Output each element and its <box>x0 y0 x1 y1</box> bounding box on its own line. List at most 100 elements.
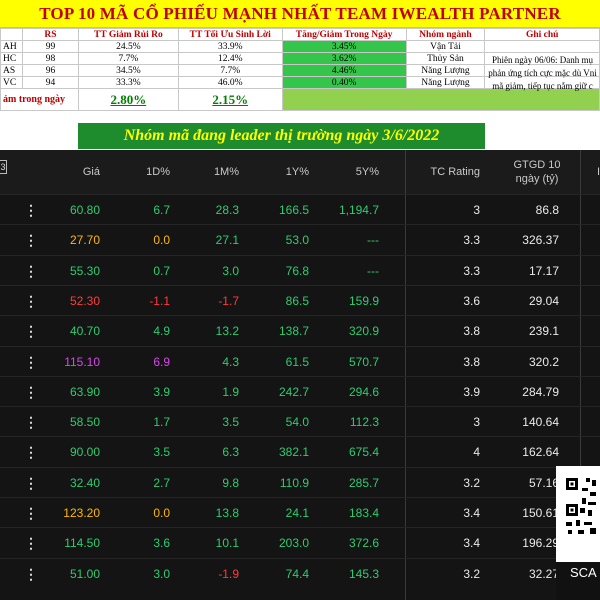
cell-y1: 74.4 <box>285 566 309 581</box>
rs-value: 99 <box>21 40 79 53</box>
more-options-icon[interactable]: ⋮ <box>24 195 38 225</box>
cell-y5: 285.7 <box>348 475 379 490</box>
cell-y1: 166.5 <box>278 203 309 217</box>
cell-gtgd: 86.8 <box>535 203 559 217</box>
cell-m1: 4.3 <box>222 354 239 369</box>
cell-price: 55.30 <box>69 263 100 278</box>
profit-value: 46.0% <box>177 76 283 89</box>
col-5y[interactable]: 5Y% <box>336 150 379 194</box>
table-row[interactable]: ⋮ 27.70 0.0 27.1 53.0 --- 3.3 326.37 <box>0 224 600 254</box>
more-options-icon[interactable]: ⋮ <box>24 437 38 467</box>
table-row[interactable]: ⋮ 32.40 2.7 9.8 110.9 285.7 3.2 57.16 <box>0 466 600 498</box>
summary-sheet: TOP 10 MÃ CỔ PHIẾU MẠNH NHẤT TEAM IWEALT… <box>0 0 600 150</box>
cell-tc: 3.2 <box>463 475 480 490</box>
table-row[interactable]: ⋮ 115.10 6.9 4.3 61.5 570.7 3.8 320.2 <box>0 345 600 377</box>
table-row[interactable]: ⋮ 52.30 -1.1 -1.7 86.5 159.9 3.6 29.04 <box>0 284 600 316</box>
col-tc-rating[interactable]: TC Rating <box>412 150 480 194</box>
cell-price: 115.10 <box>64 354 100 369</box>
col-1y[interactable]: 1Y% <box>266 150 309 194</box>
cell-m1: 27.1 <box>215 233 239 248</box>
table-row[interactable]: ⋮ 114.50 3.6 10.1 203.0 372.6 3.4 196.29 <box>0 527 600 557</box>
rs-value: 96 <box>21 64 79 77</box>
cell-y5: 1,194.7 <box>338 203 379 217</box>
table-row[interactable]: ⋮ 60.80 6.7 28.3 166.5 1,194.7 3 86.8 <box>0 194 600 224</box>
cell-tc: 3.3 <box>463 263 480 278</box>
cell-y5: --- <box>367 233 379 248</box>
total-profit: 2.15% <box>177 88 283 111</box>
table-row[interactable]: ⋮ 40.70 4.9 13.2 138.7 320.9 3.8 239.1 <box>0 315 600 345</box>
table-row[interactable]: ⋮ 63.90 3.9 1.9 242.7 294.6 3.9 284.79 <box>0 375 600 407</box>
note-cell: Phiên ngày 06/06: Danh mụ phản ứng tích … <box>485 40 600 112</box>
cell-y1: 110.9 <box>279 475 309 490</box>
more-options-icon[interactable]: ⋮ <box>24 377 38 407</box>
risk-value: 7.7% <box>77 52 179 65</box>
note-line: mã giảm, tiếp tục nắm giữ c <box>492 81 593 91</box>
col-more[interactable]: I <box>590 150 600 194</box>
cell-d1: 3.5 <box>153 445 170 460</box>
cell-gtgd: 150.61 <box>522 506 559 520</box>
cell-m1: 6.3 <box>222 445 239 460</box>
cell-gtgd: 239.1 <box>528 324 559 339</box>
more-options-icon[interactable]: ⋮ <box>24 559 38 589</box>
cell-m1: 10.1 <box>215 536 239 551</box>
cell-d1: 6.7 <box>153 203 170 217</box>
column-settings-icon[interactable]: 3 <box>0 160 7 174</box>
cell-y5: 183.4 <box>348 506 379 520</box>
col-price[interactable]: Giá <box>60 150 100 194</box>
table-row[interactable]: ⋮ 90.00 3.5 6.3 382.1 675.4 4 162.64 <box>0 436 600 466</box>
table-row[interactable]: ⋮ 58.50 1.7 3.5 54.0 112.3 3 140.64 <box>0 406 600 436</box>
cell-d1: 0.0 <box>153 506 170 520</box>
table-row[interactable]: ⋮ 123.20 0.0 13.8 24.1 183.4 3.4 150.61 <box>0 497 600 527</box>
more-options-icon[interactable]: ⋮ <box>24 316 38 346</box>
cell-y5: 159.9 <box>348 293 379 308</box>
cell-d1: 0.7 <box>153 263 170 278</box>
more-options-icon[interactable]: ⋮ <box>24 468 38 498</box>
stock-code: VC <box>0 76 23 89</box>
cell-y1: 24.1 <box>285 506 309 520</box>
header-risk: TT Giảm Rủi Ro <box>77 28 179 41</box>
cell-tc: 3.4 <box>463 506 480 520</box>
qr-graphic <box>556 466 600 562</box>
col-gtgd[interactable]: GTGD 10 ngày (tỷ) <box>505 150 569 194</box>
cell-m1: -1.9 <box>218 566 239 581</box>
cell-d1: -1.1 <box>149 293 170 308</box>
col-1d[interactable]: 1D% <box>128 150 170 194</box>
cell-tc: 3.8 <box>463 324 480 339</box>
change-value: 4.46% <box>281 64 407 77</box>
rs-value: 98 <box>21 52 79 65</box>
more-options-icon[interactable]: ⋮ <box>24 256 38 286</box>
more-options-icon[interactable]: ⋮ <box>24 498 38 528</box>
header-rs: RS <box>21 28 79 41</box>
header-sector: Nhóm ngành <box>405 28 486 41</box>
note-line: phản ứng tích cực mặc dù Vni <box>488 68 597 78</box>
table-row[interactable]: ⋮ 55.30 0.7 3.0 76.8 --- 3.3 17.17 <box>0 254 600 286</box>
cell-d1: 6.9 <box>153 354 170 369</box>
more-options-icon[interactable]: ⋮ <box>24 225 38 255</box>
cell-m1: 9.8 <box>222 475 239 490</box>
cell-d1: 2.7 <box>153 475 170 490</box>
more-options-icon[interactable]: ⋮ <box>24 347 38 377</box>
cell-price: 123.20 <box>63 506 100 520</box>
change-value: 3.62% <box>281 52 407 65</box>
cell-y5: 294.6 <box>348 384 379 399</box>
cell-y1: 61.5 <box>285 354 309 369</box>
cell-price: 51.00 <box>69 566 100 581</box>
cell-d1: 3.6 <box>153 536 170 551</box>
col-1m[interactable]: 1M% <box>196 150 239 194</box>
cell-tc: 3 <box>473 415 480 430</box>
more-options-icon[interactable]: ⋮ <box>24 528 38 558</box>
table-row[interactable]: ⋮ 51.00 3.0 -1.9 74.4 145.3 3.2 32.27 <box>0 557 600 589</box>
total-risk: 2.80% <box>77 88 179 111</box>
cell-y1: 382.1 <box>278 445 309 460</box>
more-options-icon[interactable]: ⋮ <box>24 286 38 316</box>
header-change: Tăng/Giảm Trong Ngày <box>281 28 407 41</box>
more-options-icon[interactable]: ⋮ <box>24 407 38 437</box>
cell-y5: --- <box>367 263 379 278</box>
cell-gtgd: 17.17 <box>528 263 559 278</box>
cell-m1: -1.7 <box>218 293 239 308</box>
cell-gtgd: 326.37 <box>522 233 559 248</box>
cell-price: 27.70 <box>69 233 100 248</box>
cell-m1: 3.0 <box>222 263 239 278</box>
sector-value: Năng Lượng <box>405 76 486 89</box>
sector-value: Vận Tải <box>405 40 486 53</box>
